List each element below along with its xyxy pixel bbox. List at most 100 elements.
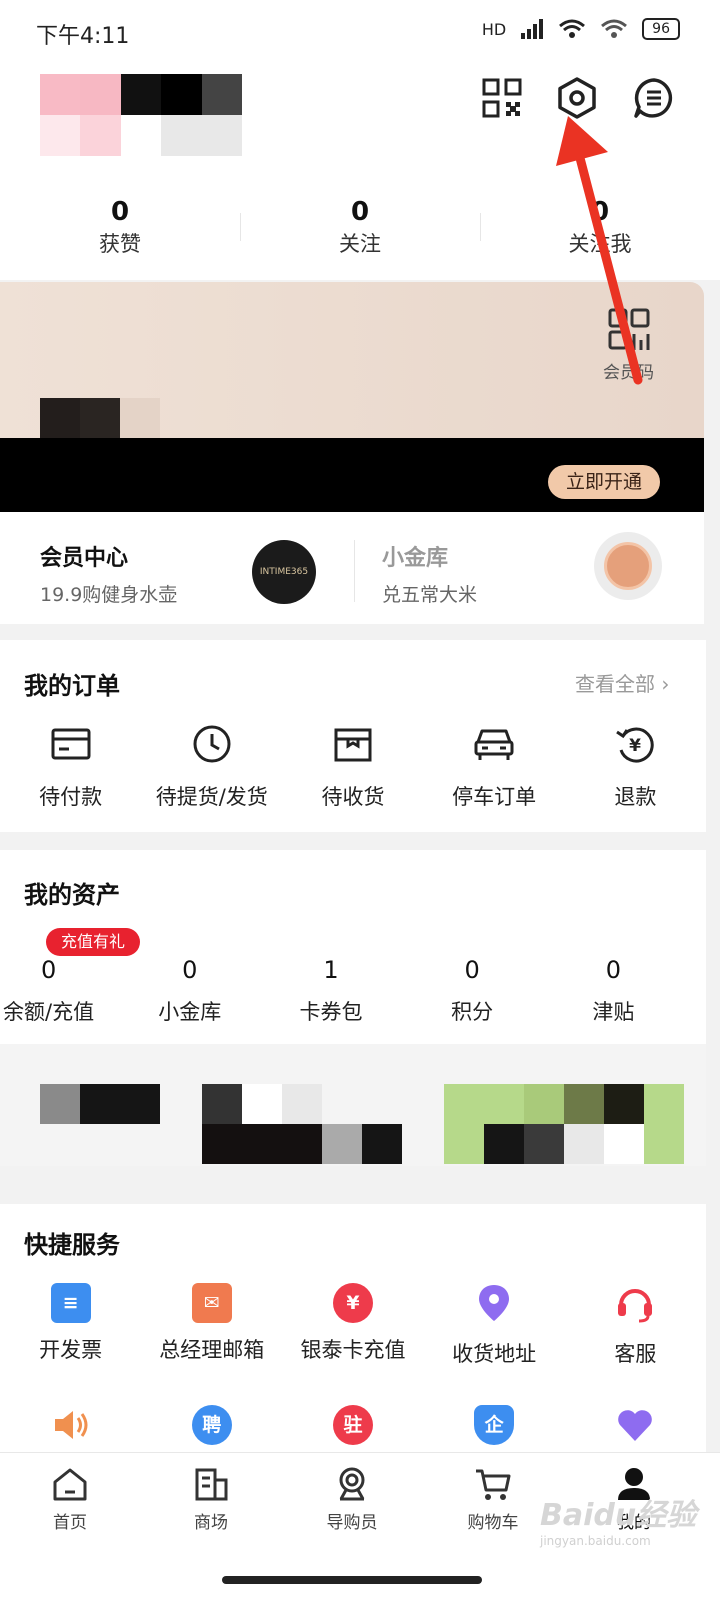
location-icon [479,1285,510,1321]
service-label: 收货地址 [452,1342,537,1366]
service-gm-mailbox[interactable]: ✉ 总经理邮箱 [141,1283,282,1369]
home-icon [53,1468,87,1501]
assets-title: 我的资产 [24,881,120,909]
invoice-icon: ≡ [50,1283,91,1323]
service-invoice[interactable]: ≡ 开发票 [0,1283,141,1369]
service-enterprise[interactable]: 企 [424,1405,565,1449]
stat-value: 0 [350,197,370,227]
orders-title: 我的订单 [24,672,120,700]
nav-mall[interactable]: 商场 [161,1466,261,1533]
signal-icon [521,19,544,39]
coin-face [604,542,652,590]
nav-cart[interactable]: 购物车 [443,1466,543,1533]
watermark: Baidu经验 [540,1498,697,1533]
quick-services-row-1: ≡ 开发票 ✉ 总经理邮箱 ¥ 银泰卡充值 收货地址 客服 [0,1283,706,1369]
guide-icon [339,1467,365,1501]
stat-following[interactable]: 0 关注 [240,195,480,265]
refund-icon: ¥ [616,727,655,763]
box-icon [334,728,372,762]
station-icon: 驻 [332,1405,373,1445]
heart-icon [618,1410,653,1441]
clock-icon [193,725,231,763]
intime-badge[interactable]: INTIME365 [252,540,316,604]
asset-value: 1 [323,956,339,984]
status-time: 下午4:11 [36,24,130,49]
card-mosaic [40,398,80,438]
row-divider [354,540,355,602]
order-label: 停车订单 [452,785,537,809]
asset-label: 积分 [451,1000,494,1024]
vault-title[interactable]: 小金库 [382,540,448,572]
service-hiring[interactable]: 聘 [141,1405,282,1449]
service-label: 开发票 [39,1338,103,1362]
nav-label: 商场 [194,1513,228,1533]
order-status-grid: 待付款 待提货/发货 待收货 停车订单 ¥ 退款 [0,722,706,812]
member-center-subtitle: 19.9购健身水壶 [40,584,178,606]
nav-label: 首页 [53,1513,87,1533]
nav-label: 导购员 [326,1513,378,1533]
view-all-orders-link[interactable]: 查看全部 › [575,668,669,697]
asset-balance[interactable]: 0 余额/充值 [0,953,119,1029]
order-label: 待提货/发货 [155,785,268,809]
order-label: 退款 [614,785,657,809]
yen-icon: ¥ [332,1283,373,1323]
hire-icon: 聘 [191,1405,232,1445]
status-indicators: HD 96 [482,18,680,40]
headset-icon [618,1289,653,1323]
nav-label: 购物车 [467,1513,519,1533]
service-label: 客服 [614,1342,657,1366]
service-label: 银泰卡充值 [300,1338,406,1362]
card-mosaic [120,398,160,438]
order-pending-pickup[interactable]: 待提货/发货 [141,722,282,812]
asset-vault[interactable]: 0 小金库 [119,953,260,1029]
asset-points[interactable]: 0 积分 [402,953,543,1029]
stat-value: 0 [110,197,130,227]
wifi-icon [559,19,586,38]
speaker-icon [54,1411,88,1439]
stat-label: 关注 [339,232,381,256]
asset-label: 余额/充值 [3,1000,95,1024]
asset-coupons[interactable]: 1 卡券包 [260,953,401,1029]
mailbox-icon: ✉ [191,1283,232,1323]
mall-icon [195,1468,228,1501]
service-favorites[interactable] [565,1405,706,1449]
car-icon [474,729,514,760]
asset-value: 0 [605,956,621,984]
order-label: 待付款 [39,785,103,809]
nav-guide[interactable]: 导购员 [302,1466,402,1533]
asset-value: 0 [40,956,57,984]
wifi-secondary-icon [601,19,628,38]
order-pending-payment[interactable]: 待付款 [0,722,141,812]
order-parking[interactable]: 停车订单 [424,722,565,812]
card-icon [51,728,91,760]
stat-label: 获赞 [99,232,141,256]
cart-icon [476,1469,511,1500]
asset-allowance[interactable]: 0 津贴 [543,953,684,1029]
asset-label: 津贴 [592,1000,635,1024]
order-pending-receipt[interactable]: 待收货 [282,722,423,812]
qr-code-icon[interactable] [480,76,524,120]
order-refund[interactable]: ¥ 退款 [565,722,706,812]
asset-value: 0 [464,956,480,984]
enterprise-icon: 企 [474,1405,515,1445]
open-membership-button[interactable]: 立即开通 [548,465,660,499]
service-support[interactable]: 客服 [565,1283,706,1369]
quick-services-row-2: 聘 驻 企 [0,1405,706,1449]
stat-likes[interactable]: 0 获赞 [0,195,240,265]
card-mosaic [80,398,120,438]
asset-value: 0 [182,956,198,984]
service-address[interactable]: 收货地址 [424,1283,565,1369]
network-type: HD [481,19,507,39]
member-center-title[interactable]: 会员中心 [40,540,128,572]
redacted-banner[interactable] [0,1044,706,1166]
service-resident[interactable]: 驻 [282,1405,423,1449]
nav-home[interactable]: 首页 [20,1466,120,1533]
battery-indicator: 96 [642,18,680,40]
order-label: 待收货 [321,785,385,809]
asset-grid: 0 余额/充值 0 小金库 1 卡券包 0 积分 0 津贴 [0,953,706,1029]
avatar[interactable] [40,74,242,156]
svg-text:¥: ¥ [629,736,641,756]
service-announcements[interactable] [0,1405,141,1449]
vault-subtitle: 兑五常大米 [382,584,478,606]
service-card-recharge[interactable]: ¥ 银泰卡充值 [282,1283,423,1369]
